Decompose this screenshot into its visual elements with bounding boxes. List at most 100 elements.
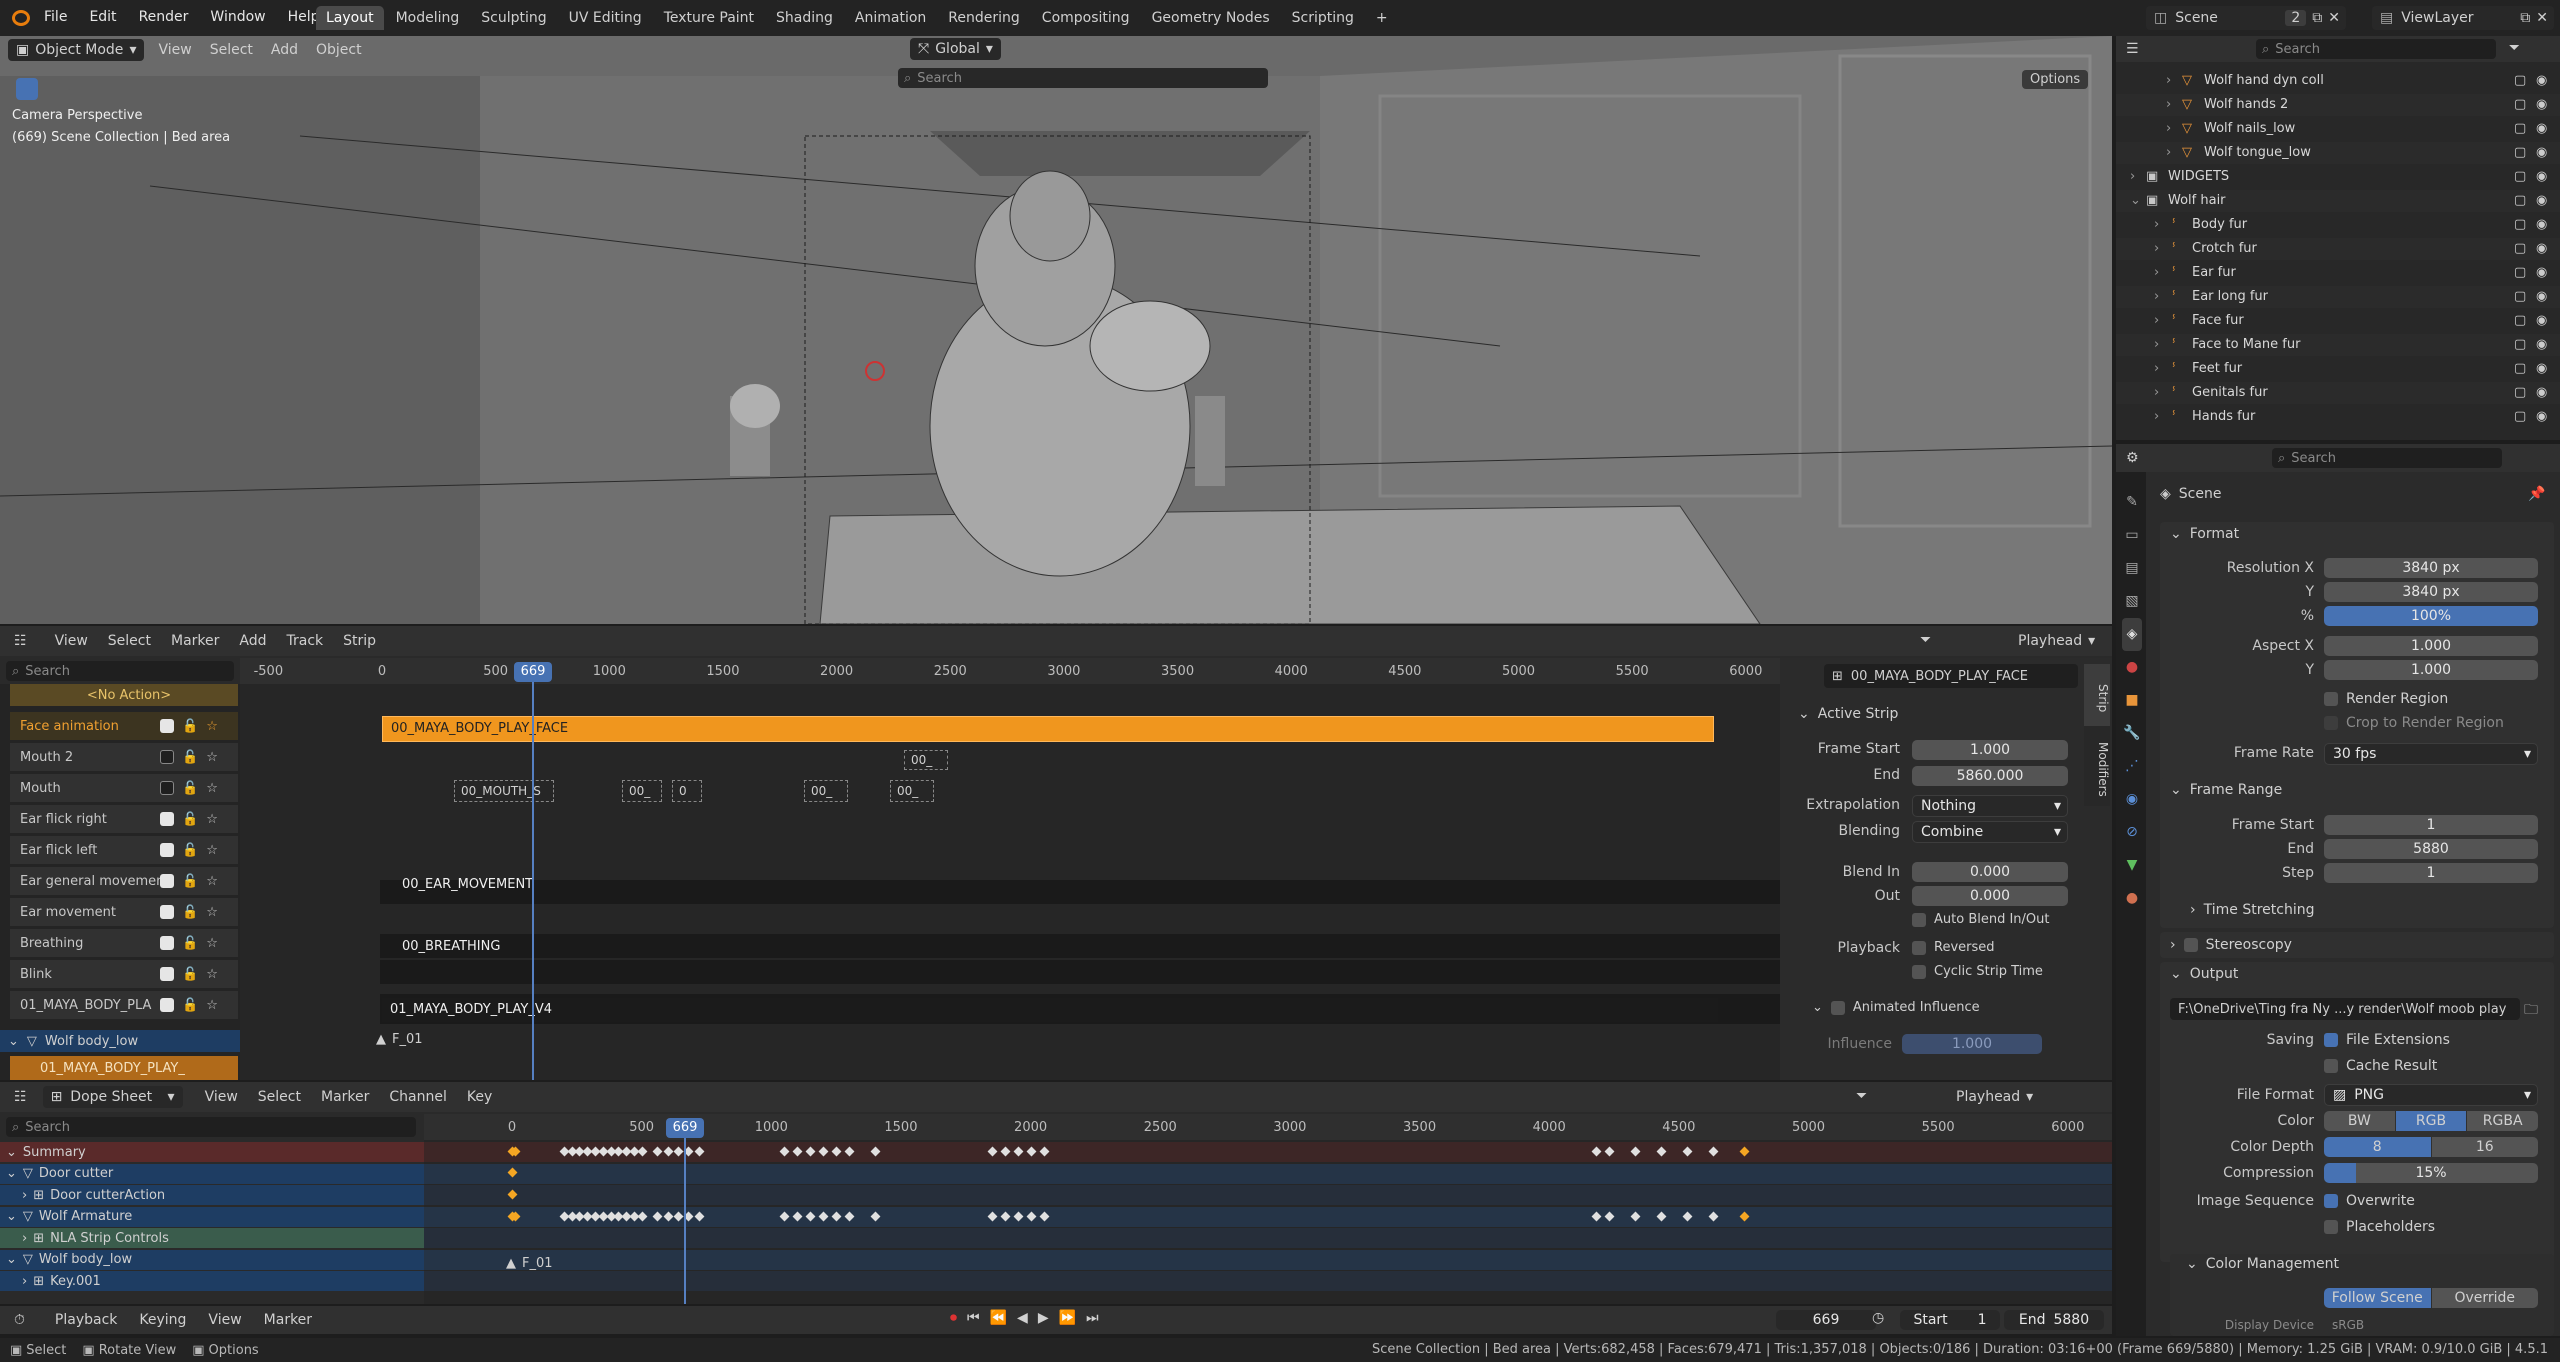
star-icon[interactable]: ☆ xyxy=(206,998,218,1013)
eye-icon[interactable]: ◉ xyxy=(2536,169,2547,184)
auto-blend-checkbox[interactable]: Auto Blend In/Out xyxy=(1912,912,2050,927)
star-icon[interactable]: ☆ xyxy=(206,874,218,889)
dope-channel-row[interactable]: ⌄ Summary xyxy=(0,1142,424,1162)
outliner-item[interactable]: › ⸯ Ear long fur ◉ ▢ xyxy=(2116,286,2560,308)
nla-mouth-strip-2[interactable]: 00_ xyxy=(622,780,662,802)
depth-8-button[interactable]: 8 xyxy=(2324,1137,2431,1157)
chevron-right-icon[interactable]: › xyxy=(2166,97,2171,112)
camera-icon[interactable]: ▢ xyxy=(2514,193,2526,208)
viewport-tool-select-icon[interactable] xyxy=(16,78,38,100)
add-workspace-button[interactable]: + xyxy=(1366,6,1398,30)
dope-channel-row[interactable]: › ⊞ NLA Strip Controls xyxy=(0,1228,424,1248)
eye-icon[interactable]: ◉ xyxy=(2536,145,2547,160)
chevron-down-icon[interactable]: ⌄ xyxy=(6,1166,17,1181)
record-icon[interactable]: ⏺ xyxy=(950,1310,957,1326)
pin-icon[interactable]: 📌 xyxy=(2528,486,2545,502)
chevron-right-icon[interactable]: › xyxy=(2166,73,2171,88)
star-icon[interactable]: ☆ xyxy=(206,719,218,734)
jump-start-icon[interactable]: ⏮ xyxy=(967,1310,980,1326)
lock-icon[interactable]: 🔓 xyxy=(182,719,198,734)
nla-mouth2-strip[interactable]: 00_ xyxy=(904,750,948,770)
folder-icon[interactable]: 🗀 xyxy=(2524,999,2538,1023)
nla-search[interactable]: ⌕ Search xyxy=(6,661,234,681)
dope-channel-row[interactable]: ⌄ ▽ Wolf Armature xyxy=(0,1206,424,1227)
placeholders-checkbox[interactable]: Placeholders xyxy=(2324,1219,2435,1235)
filter-icon[interactable]: ⏷ xyxy=(2509,40,2520,56)
outliner-item[interactable]: ⌄ ▣ Wolf hair ◉ ▢ xyxy=(2116,190,2560,212)
tab-uv-editing[interactable]: UV Editing xyxy=(559,6,652,30)
timeline-end-field[interactable]: End 5880 xyxy=(2004,1310,2104,1330)
chevron-right-icon[interactable]: › xyxy=(2130,169,2135,184)
chevron-right-icon[interactable]: ⌄ xyxy=(2130,193,2141,208)
influence-field[interactable]: 1.000 xyxy=(1902,1034,2042,1054)
nla-track-row[interactable]: 01_MAYA_BODY_PLA 🔓 ☆ xyxy=(10,991,238,1019)
override-button[interactable]: Override xyxy=(2431,1288,2538,1308)
chevron-right-icon[interactable]: › xyxy=(2154,361,2159,376)
overwrite-checkbox[interactable]: Overwrite xyxy=(2324,1193,2415,1209)
blend-out-field[interactable]: 0.000 xyxy=(1912,886,2068,906)
nla-track-row[interactable]: Mouth 🔓 ☆ xyxy=(10,774,238,802)
eye-icon[interactable]: ◉ xyxy=(2536,193,2547,208)
viewport-3d[interactable]: ▣ Object Mode ▾ View Select Add Object ⤧… xyxy=(0,36,2112,624)
camera-icon[interactable]: ▢ xyxy=(2514,97,2526,112)
eye-icon[interactable]: ◉ xyxy=(2536,217,2547,232)
eye-icon[interactable]: ◉ xyxy=(2536,313,2547,328)
play-reverse-icon[interactable]: ◀ xyxy=(1017,1310,1028,1326)
chevron-right-icon[interactable]: › xyxy=(2154,241,2159,256)
data-tab-icon[interactable]: ▼ xyxy=(2122,849,2142,882)
aspect-x-field[interactable]: 1.000 xyxy=(2324,636,2538,656)
chevron-right-icon[interactable]: › xyxy=(2154,217,2159,232)
cyclic-checkbox[interactable]: Cyclic Strip Time xyxy=(1912,964,2043,979)
eye-icon[interactable]: ◉ xyxy=(2536,265,2547,280)
outliner-item[interactable]: › ⸯ Face fur ◉ ▢ xyxy=(2116,310,2560,332)
dope-search[interactable]: ⌕ Search xyxy=(6,1117,416,1137)
tab-sculpting[interactable]: Sculpting xyxy=(471,6,556,30)
menu-render[interactable]: Render xyxy=(139,9,189,25)
output-path-field[interactable]: F:\OneDrive\Ting fra Ny ...y render\Wolf… xyxy=(2170,998,2520,1020)
menu-window[interactable]: Window xyxy=(210,9,265,25)
file-extensions-check[interactable] xyxy=(2324,1033,2338,1047)
outliner-item[interactable]: › ▽ Wolf hands 2 ◉ ▢ xyxy=(2116,94,2560,116)
nla-body-strip[interactable]: 01_MAYA_BODY_PLAY_V4 xyxy=(382,998,1718,1022)
dope-channel-row[interactable]: ⌄ ▽ Door cutter xyxy=(0,1163,424,1184)
chevron-right-icon[interactable]: › xyxy=(22,1188,27,1203)
chevron-right-icon[interactable]: › xyxy=(22,1231,27,1246)
filter-icon[interactable]: ⏷ xyxy=(1856,1088,1867,1104)
chevron-right-icon[interactable]: › xyxy=(2154,289,2159,304)
nla-track-row[interactable]: Ear general movemen 🔓 ☆ xyxy=(10,867,238,895)
resolution-x-field[interactable]: 3840 px xyxy=(2324,558,2538,578)
eye-icon[interactable]: ◉ xyxy=(2536,361,2547,376)
nla-track-check[interactable] xyxy=(160,936,174,950)
camera-icon[interactable]: ▢ xyxy=(2514,313,2526,328)
nla-track-row[interactable]: Ear flick left 🔓 ☆ xyxy=(10,836,238,864)
viewport-search[interactable]: ⌕ Search xyxy=(898,68,1268,88)
chevron-down-icon[interactable]: ⌄ xyxy=(6,1145,17,1160)
nla-track-check[interactable] xyxy=(160,750,174,764)
chevron-down-icon[interactable]: ⌄ xyxy=(6,1209,17,1224)
depth-16-button[interactable]: 16 xyxy=(2431,1137,2538,1157)
frame-start-field[interactable]: 1 xyxy=(2324,815,2538,835)
tab-texture-paint[interactable]: Texture Paint xyxy=(654,6,764,30)
blend-in-field[interactable]: 0.000 xyxy=(1912,862,2068,882)
timeline-editor-icon[interactable]: ⏱ xyxy=(14,1312,25,1328)
camera-icon[interactable]: ▢ xyxy=(2514,265,2526,280)
dope-menu-view[interactable]: View xyxy=(205,1089,238,1105)
nla-track-row[interactable]: Face animation 🔓 ☆ xyxy=(10,712,238,740)
lock-icon[interactable]: 🔓 xyxy=(182,905,198,920)
eye-icon[interactable]: ◉ xyxy=(2536,97,2547,112)
lock-icon[interactable]: 🔓 xyxy=(182,936,198,951)
cache-result-checkbox[interactable]: Cache Result xyxy=(2324,1058,2437,1074)
nla-current-frame[interactable]: 669 xyxy=(514,662,552,682)
duplicate-view-layer-icon[interactable]: ⧉ xyxy=(2520,10,2530,26)
view-layer-selector[interactable]: ▤ ViewLayer ⧉ ✕ xyxy=(2372,6,2554,30)
timeline-menu-keying[interactable]: Keying xyxy=(139,1312,186,1328)
nla-ruler[interactable] xyxy=(240,658,1780,684)
nla-face-strip[interactable]: 00_MAYA_BODY_PLAY_FACE xyxy=(382,716,1714,742)
camera-icon[interactable]: ▢ xyxy=(2514,361,2526,376)
lock-icon[interactable]: 🔓 xyxy=(182,998,198,1013)
tab-scripting[interactable]: Scripting xyxy=(1282,6,1364,30)
outliner-item[interactable]: › ▽ Wolf hand dyn coll ◉ ▢ xyxy=(2116,70,2560,92)
chevron-right-icon[interactable]: › xyxy=(2154,337,2159,352)
dope-menu-key[interactable]: Key xyxy=(467,1089,492,1105)
outliner-item[interactable]: › ⸯ Feet fur ◉ ▢ xyxy=(2116,358,2560,380)
